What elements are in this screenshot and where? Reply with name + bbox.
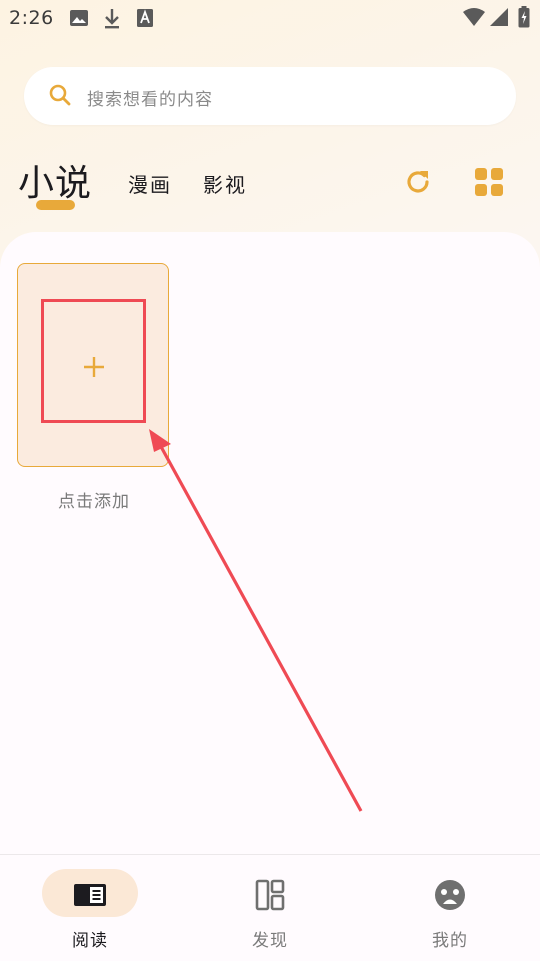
annotation-highlight-box <box>41 299 146 423</box>
search-bar[interactable]: 搜索想看的内容 <box>24 67 516 125</box>
nav-item-mine[interactable]: 我的 <box>360 855 540 961</box>
nav-label-mine: 我的 <box>432 931 468 951</box>
nav-label-discover: 发现 <box>252 931 288 951</box>
wifi-icon <box>463 8 485 26</box>
nav-item-read[interactable]: 阅读 <box>0 855 180 961</box>
status-bar: 2:26 <box>0 0 540 38</box>
category-tabs: 小说 漫画 影视 <box>0 150 540 220</box>
tab-novel[interactable]: 小说 <box>18 154 92 206</box>
tab-indicator <box>36 200 75 210</box>
nav-item-discover[interactable]: 发现 <box>180 855 360 961</box>
status-time: 2:26 <box>9 7 54 29</box>
nav-label-read: 阅读 <box>72 931 108 951</box>
dashboard-icon <box>255 879 285 911</box>
bottom-nav: 阅读 发现 我的 <box>0 854 540 961</box>
battery-charging-icon <box>518 6 530 28</box>
search-placeholder: 搜索想看的内容 <box>87 90 213 110</box>
text-a-icon <box>137 9 153 27</box>
download-icon <box>105 9 119 29</box>
grid-icon[interactable] <box>474 167 504 197</box>
face-icon <box>435 880 465 910</box>
add-book-label: 点击添加 <box>58 492 130 512</box>
book-icon <box>74 884 106 906</box>
signal-icon <box>490 8 508 26</box>
image-icon <box>70 10 88 26</box>
search-icon <box>49 84 71 106</box>
refresh-icon[interactable] <box>402 166 434 198</box>
tab-comic[interactable]: 漫画 <box>128 169 172 198</box>
tab-video[interactable]: 影视 <box>203 169 247 198</box>
